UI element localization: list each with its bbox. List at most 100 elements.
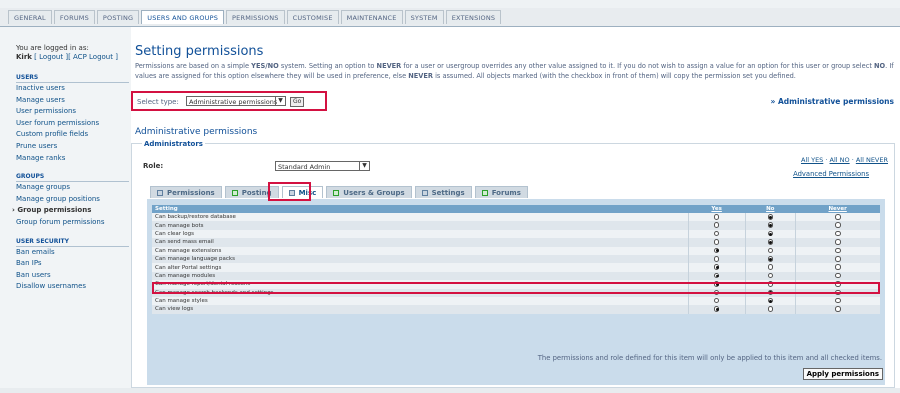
sidebar-item-label: Prune users — [16, 142, 58, 150]
radio-never[interactable] — [835, 214, 841, 220]
radio-yes[interactable] — [713, 230, 720, 237]
all-no-link[interactable]: All NO — [830, 156, 850, 164]
cell-yes — [687, 238, 746, 247]
tab-posting[interactable]: POSTING — [96, 10, 140, 24]
all-yes-link[interactable]: All YES — [801, 156, 823, 164]
radio-never[interactable] — [835, 306, 841, 312]
sidebar-item-label: Ban users — [16, 270, 51, 279]
cell-yes — [687, 229, 746, 239]
permissions-table: Setting Yes No Never Can backup/restore … — [152, 205, 880, 314]
cell-no — [744, 238, 796, 247]
tab-customise[interactable]: CUSTOMISE — [286, 10, 339, 24]
sidebar-item-manage-users[interactable]: Manage users — [16, 96, 65, 104]
cell-never — [794, 221, 880, 230]
radio-no[interactable] — [767, 297, 774, 304]
radio-no[interactable] — [767, 222, 774, 228]
cell-never — [794, 271, 880, 281]
perm-tab-permissions[interactable]: Permissions — [150, 186, 222, 198]
sidebar-item-user-permissions[interactable]: User permissions — [16, 107, 76, 115]
all-never-link[interactable]: All NEVER — [856, 156, 888, 164]
perm-tab-forums[interactable]: Forums — [474, 186, 528, 198]
main-tabs: GENERAL FORUMS POSTING USERS AND GROUPS PERM… — [8, 10, 502, 24]
radio-never[interactable] — [835, 230, 841, 237]
sidebar-item-ban-ips[interactable]: Ban IPs — [16, 259, 42, 267]
radio-no[interactable] — [767, 306, 774, 312]
tab-general[interactable]: GENERAL — [8, 10, 52, 24]
table-row: Can view logs — [152, 305, 880, 314]
sidebar-item-ban-users[interactable]: Ban users — [16, 271, 51, 279]
radio-yes[interactable] — [713, 247, 720, 254]
sidebar-heading: USER SECURITY — [16, 238, 129, 247]
radio-yes[interactable] — [713, 214, 720, 220]
radio-never[interactable] — [835, 256, 841, 262]
radio-never[interactable] — [835, 239, 841, 245]
radio-yes[interactable] — [713, 306, 720, 312]
top-strip — [0, 0, 900, 8]
admin-permissions-link[interactable]: » Administrative permissions — [771, 97, 894, 106]
tab-forums[interactable]: FORUMS — [53, 10, 95, 24]
sidebar-item-ban-emails[interactable]: Ban emails — [16, 248, 55, 256]
header-no[interactable]: No — [745, 205, 796, 213]
perm-tab-settings[interactable]: Settings — [414, 186, 472, 198]
radio-no[interactable] — [767, 214, 774, 220]
radio-yes[interactable] — [713, 264, 720, 270]
sidebar-item-user-forum-permissions[interactable]: User forum permissions — [16, 119, 99, 127]
table-header-row: Setting Yes No Never — [152, 205, 880, 213]
radio-never[interactable] — [835, 222, 841, 228]
sidebar-item-label: User forum permissions — [16, 118, 100, 127]
radio-never[interactable] — [835, 247, 841, 254]
header-never[interactable]: Never — [795, 205, 880, 213]
select-type-dropdown[interactable]: Administrative permissions ▼ — [186, 96, 286, 106]
radio-never[interactable] — [835, 272, 841, 279]
radio-no[interactable] — [767, 272, 774, 279]
highlight-misc-tab — [268, 182, 311, 201]
tab-system[interactable]: SYSTEM — [404, 10, 444, 24]
cell-no — [744, 305, 796, 314]
radio-yes[interactable] — [713, 297, 720, 304]
radio-yes[interactable] — [713, 256, 720, 262]
sidebar-item-label: Custom profile fields — [16, 130, 89, 139]
tab-users-and-groups[interactable]: USERS AND GROUPS — [141, 10, 225, 24]
sidebar-item-manage-groups[interactable]: Manage groups — [16, 183, 70, 191]
cell-yes — [687, 296, 746, 306]
apply-permissions-button[interactable]: Apply permissions — [802, 368, 883, 380]
cell-no — [744, 221, 796, 230]
sidebar-item-prune-users[interactable]: Prune users — [16, 142, 57, 150]
tab-maintenance[interactable]: MAINTENANCE — [340, 10, 403, 24]
radio-yes[interactable] — [713, 272, 720, 279]
sidebar-item-group-forum-permissions[interactable]: Group forum permissions — [16, 218, 105, 226]
radio-no[interactable] — [767, 230, 774, 237]
sidebar-item-label: Manage groups — [16, 183, 71, 192]
checkbox-icon — [421, 189, 428, 196]
header-yes[interactable]: Yes — [688, 205, 746, 213]
perm-tab-users-groups[interactable]: Users & Groups — [326, 186, 412, 198]
sidebar-item-label: Manage users — [16, 95, 65, 104]
role-dropdown[interactable]: Standard Admin ▼ — [275, 161, 370, 171]
go-button[interactable]: Go — [290, 97, 305, 107]
cell-never — [794, 296, 880, 306]
tab-permissions[interactable]: PERMISSIONS — [226, 10, 285, 24]
sidebar-item-manage-group-positions[interactable]: Manage group positions — [16, 195, 100, 203]
acp-logout-link[interactable]: [ ACP Logout ] — [68, 53, 118, 61]
sidebar-item-manage-ranks[interactable]: Manage ranks — [16, 154, 65, 162]
sidebar-item-custom-profile-fields[interactable]: Custom profile fields — [16, 130, 88, 138]
sidebar-item-inactive-users[interactable]: Inactive users — [16, 84, 65, 92]
radio-no[interactable] — [767, 247, 774, 254]
sidebar-item-group-permissions[interactable]: › Group permissions — [12, 206, 91, 214]
radio-no[interactable] — [767, 264, 774, 270]
logout-link[interactable]: [ Logout ] — [34, 53, 68, 61]
setting-label: Can clear logs — [152, 229, 688, 239]
radio-no[interactable] — [767, 256, 774, 262]
tab-extensions[interactable]: EXTENSIONS — [445, 10, 502, 24]
advanced-permissions-link[interactable]: Advanced Permissions — [793, 170, 869, 178]
radio-never[interactable] — [835, 297, 841, 304]
chevron-down-icon: ▼ — [275, 97, 285, 105]
radio-never[interactable] — [835, 264, 841, 270]
sidebar-item-disallow-usernames[interactable]: Disallow usernames — [16, 282, 86, 290]
cell-never — [794, 246, 880, 255]
radio-yes[interactable] — [713, 222, 720, 228]
radio-no[interactable] — [767, 239, 774, 245]
radio-yes[interactable] — [713, 239, 720, 245]
perm-tab-label: Settings — [431, 188, 465, 197]
setting-label: Can manage language packs — [152, 254, 688, 264]
